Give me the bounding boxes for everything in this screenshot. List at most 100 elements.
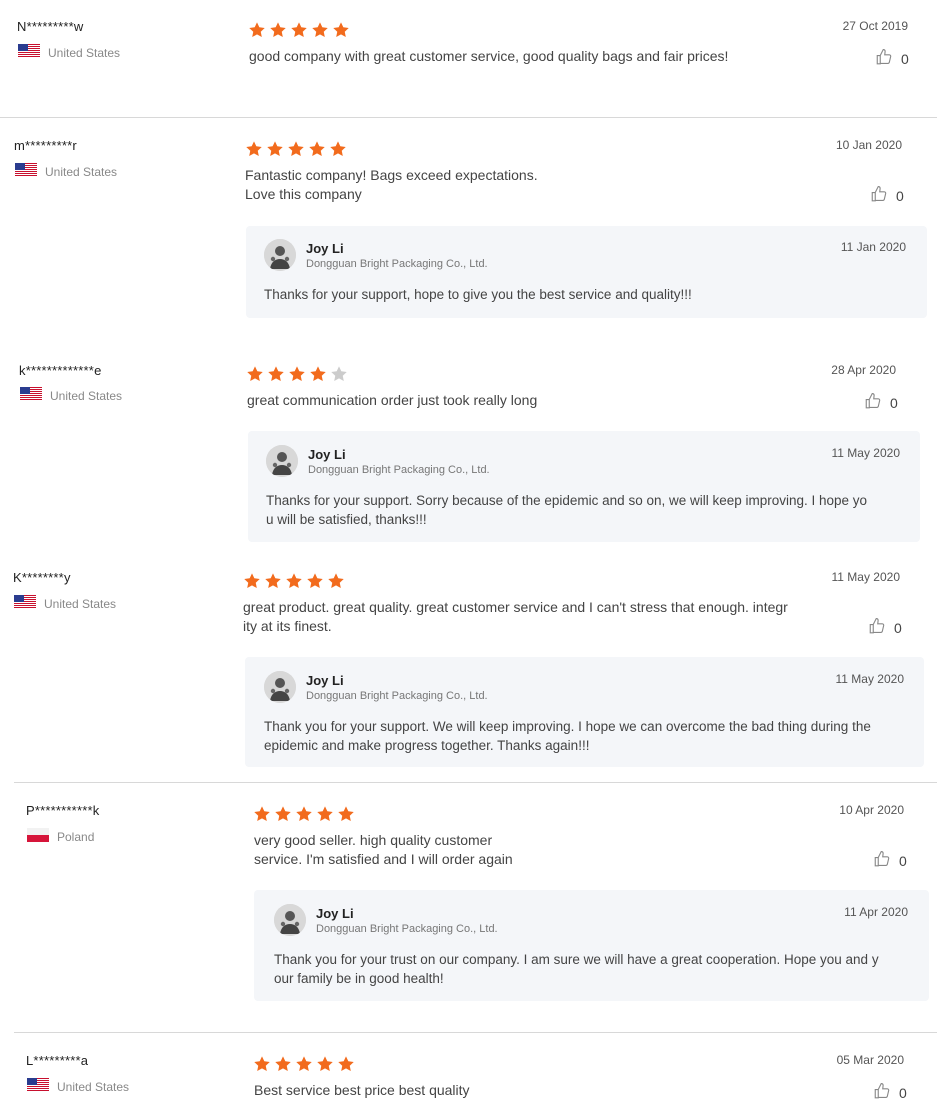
rating-stars [253,805,355,828]
like-count: 0 [894,619,902,636]
like-button[interactable]: 0 [864,392,898,413]
reviewer-country: United States [15,163,117,180]
star-filled-icon [243,572,261,595]
star-filled-icon [264,572,282,595]
reply-text: Thanks for your support, hope to give yo… [264,287,692,302]
review-text: Fantastic company! Bags exceed expectati… [245,167,538,202]
reply-text: Thank you for your trust on our company.… [274,952,879,986]
star-filled-icon [267,365,285,388]
star-filled-icon [248,21,266,44]
reviewer-country: United States [14,595,116,612]
star-filled-icon [246,365,264,388]
star-filled-icon [316,1055,334,1078]
star-filled-icon [327,572,345,595]
seller-avatar [264,239,296,271]
seller-avatar [264,671,296,703]
star-filled-icon [308,140,326,163]
us-flag-icon [15,163,37,180]
like-count: 0 [899,1084,907,1101]
divider [0,117,937,118]
rating-stars [246,365,348,388]
rating-stars [248,21,350,44]
reviewer-country: United States [27,1078,129,1095]
star-filled-icon [332,21,350,44]
star-filled-icon [295,1055,313,1078]
reply-author-name: Joy Li [308,447,346,462]
reply-author-name: Joy Li [306,673,344,688]
us-flag-icon [27,1078,49,1095]
star-filled-icon [274,805,292,828]
reply-date: 11 May 2020 [835,672,905,686]
star-filled-icon [266,140,284,163]
star-filled-icon [290,21,308,44]
like-button[interactable]: 0 [868,617,902,638]
review-text: Best service best price best quality [254,1082,470,1098]
like-button[interactable]: 0 [873,1082,907,1103]
reply-author-name: Joy Li [316,906,354,921]
star-filled-icon [329,140,347,163]
reply-company: Dongguan Bright Packaging Co., Ltd. [308,464,490,476]
reply-date: 11 Apr 2020 [844,905,908,919]
review-date: 05 Mar 2020 [836,1053,904,1067]
star-filled-icon [337,805,355,828]
thumbs-up-icon [864,392,882,413]
reply-author-name: Joy Li [306,241,344,256]
rating-stars [245,140,347,163]
like-button[interactable]: 0 [870,185,904,206]
star-empty-icon [330,365,348,388]
thumbs-up-icon [868,617,886,638]
star-filled-icon [337,1055,355,1078]
seller-avatar [266,445,298,477]
rating-stars [253,1055,355,1078]
like-count: 0 [901,50,909,67]
poland-flag-icon [27,828,49,845]
reviewer-country: Poland [27,828,94,845]
thumbs-up-icon [873,850,891,871]
review-date: 11 May 2020 [831,570,901,584]
star-filled-icon [253,805,271,828]
star-filled-icon [274,1055,292,1078]
reply-company: Dongguan Bright Packaging Co., Ltd. [306,258,488,270]
reply-text: Thanks for your support. Sorry because o… [266,493,868,527]
review-date: 28 Apr 2020 [831,363,896,377]
thumbs-up-icon [875,48,893,69]
review-date: 10 Jan 2020 [835,138,902,152]
reviewer-name: m*********r [14,138,77,153]
reviewer-name: K********y [13,570,71,585]
us-flag-icon [14,595,36,612]
reply-date: 11 Jan 2020 [840,240,906,254]
reviewer-name: N*********w [17,19,84,34]
rating-stars [243,572,345,595]
star-filled-icon [309,365,327,388]
thumbs-up-icon [873,1082,891,1103]
reviewer-name: k*************e [19,363,102,378]
like-count: 0 [899,852,907,869]
star-filled-icon [269,21,287,44]
country-label: United States [48,45,121,60]
country-label: United States [44,596,117,611]
like-button[interactable]: 0 [873,850,907,871]
country-label: United States [57,1079,130,1094]
divider [14,1032,937,1033]
us-flag-icon [18,44,40,61]
reviewer-name: P***********k [26,803,100,818]
seller-reply [246,226,927,318]
review-text: great communication order just took real… [247,392,538,408]
review-date: 10 Apr 2020 [839,803,904,817]
thumbs-up-icon [870,185,888,206]
review-text: very good seller. high quality customer … [254,832,513,867]
star-filled-icon [316,805,334,828]
like-button[interactable]: 0 [875,48,909,69]
review-text: good company with great customer service… [249,48,729,64]
country-label: Poland [57,829,95,844]
reviewer-country: United States [20,387,122,404]
seller-avatar [274,904,306,936]
reply-company: Dongguan Bright Packaging Co., Ltd. [306,690,488,702]
review-text: great product. great quality. great cust… [243,599,788,634]
star-filled-icon [287,140,305,163]
star-filled-icon [253,1055,271,1078]
review-date: 27 Oct 2019 [842,19,908,33]
star-filled-icon [245,140,263,163]
reply-text: Thank you for your support. We will keep… [264,719,871,753]
star-filled-icon [295,805,313,828]
